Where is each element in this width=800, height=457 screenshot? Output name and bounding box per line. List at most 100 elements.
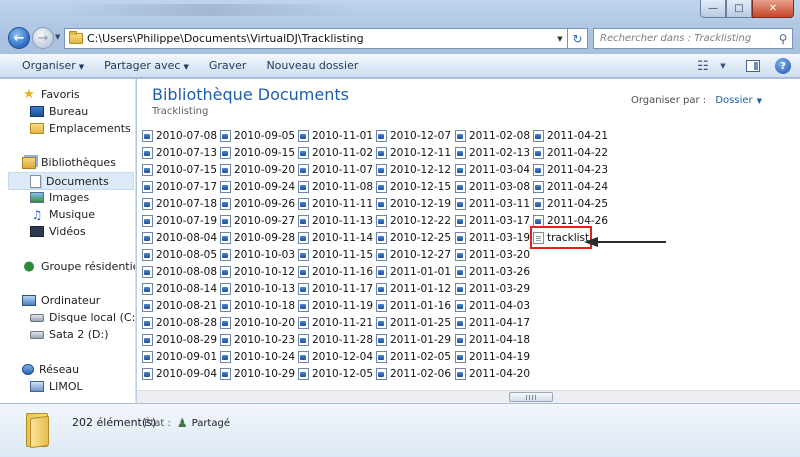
nav-item-documents[interactable]: Documents <box>8 172 134 190</box>
file-item[interactable]: 2010-09-26 <box>220 195 296 212</box>
minimize-button[interactable]: — <box>700 0 726 18</box>
file-item[interactable]: 2010-09-20 <box>220 161 296 178</box>
file-item[interactable]: 2010-12-22 <box>376 212 452 229</box>
file-item[interactable]: 2010-10-20 <box>220 314 296 331</box>
file-item[interactable]: 2011-02-05 <box>376 348 452 365</box>
file-item[interactable]: 2010-10-13 <box>220 280 296 297</box>
file-item[interactable]: 2011-01-29 <box>376 331 452 348</box>
file-item[interactable]: 2010-11-17 <box>298 280 374 297</box>
file-item[interactable]: 2011-02-06 <box>376 365 452 382</box>
address-bar[interactable]: C:\Users\Philippe\Documents\VirtualDJ\Tr… <box>64 28 568 49</box>
share-with-menu[interactable]: Partager avec ▼ <box>94 59 199 72</box>
file-item[interactable]: 2010-08-29 <box>142 331 218 348</box>
nav-item-favorites[interactable]: ★ Favoris <box>22 87 79 102</box>
file-item[interactable]: 2011-01-25 <box>376 314 452 331</box>
help-button[interactable]: ? <box>774 57 792 75</box>
file-item[interactable]: 2011-03-20 <box>455 246 531 263</box>
address-dropdown-icon[interactable]: ▼ <box>553 35 567 43</box>
file-item[interactable]: 2010-08-05 <box>142 246 218 263</box>
file-item[interactable]: 2010-09-28 <box>220 229 296 246</box>
nav-item-homegroup[interactable]: ● Groupe résidentiel <box>22 259 135 274</box>
recent-pages-dropdown-icon[interactable]: ▼ <box>55 33 60 41</box>
file-item[interactable]: 2010-10-03 <box>220 246 296 263</box>
file-item[interactable]: 2011-04-19 <box>455 348 531 365</box>
file-item[interactable]: 2010-11-16 <box>298 263 374 280</box>
file-item[interactable]: 2010-12-11 <box>376 144 452 161</box>
file-item[interactable]: 2010-11-01 <box>298 127 374 144</box>
file-item[interactable]: 2010-09-15 <box>220 144 296 161</box>
file-item[interactable]: 2011-03-26 <box>455 263 531 280</box>
horizontal-scrollbar[interactable] <box>137 390 800 403</box>
file-item[interactable]: 2010-11-07 <box>298 161 374 178</box>
file-item-tracklist[interactable]: tracklist <box>530 226 592 249</box>
nav-item-computer[interactable]: Ordinateur <box>22 294 100 307</box>
file-item[interactable]: 2010-11-19 <box>298 297 374 314</box>
file-item[interactable]: 2010-07-08 <box>142 127 218 144</box>
file-item[interactable]: 2010-07-18 <box>142 195 218 212</box>
file-item[interactable]: 2011-04-26 <box>533 212 609 229</box>
search-icon[interactable]: ⚲ <box>774 32 792 46</box>
file-item[interactable]: 2011-04-25 <box>533 195 609 212</box>
file-item[interactable]: 2010-10-24 <box>220 348 296 365</box>
close-button[interactable]: ✕ <box>752 0 794 18</box>
views-dropdown-icon[interactable]: ▼ <box>714 57 732 75</box>
file-item[interactable]: 2010-12-25 <box>376 229 452 246</box>
file-item[interactable]: 2010-12-05 <box>298 365 374 382</box>
nav-item-sata-drive[interactable]: Sata 2 (D:) <box>30 328 109 341</box>
nav-item-videos[interactable]: Vidéos <box>30 225 86 238</box>
file-item[interactable]: 2010-11-21 <box>298 314 374 331</box>
file-item[interactable]: 2010-07-19 <box>142 212 218 229</box>
file-item[interactable]: 2010-09-04 <box>142 365 218 382</box>
nav-item-local-disk[interactable]: Disque local (C:) <box>30 311 135 324</box>
file-item[interactable]: 2011-02-13 <box>455 144 531 161</box>
file-item[interactable]: 2011-02-08 <box>455 127 531 144</box>
file-item[interactable]: 2010-12-04 <box>298 348 374 365</box>
file-item[interactable]: 2010-11-08 <box>298 178 374 195</box>
file-item[interactable]: 2010-08-14 <box>142 280 218 297</box>
file-item[interactable]: 2010-11-11 <box>298 195 374 212</box>
back-button[interactable]: ← <box>8 27 30 49</box>
file-item[interactable]: 2010-12-27 <box>376 246 452 263</box>
file-item[interactable]: 2010-09-05 <box>220 127 296 144</box>
file-item[interactable]: 2011-04-23 <box>533 161 609 178</box>
file-item[interactable]: 2011-04-21 <box>533 127 609 144</box>
file-item[interactable]: 2010-09-24 <box>220 178 296 195</box>
file-item[interactable]: 2011-01-01 <box>376 263 452 280</box>
file-item[interactable]: 2010-08-21 <box>142 297 218 314</box>
file-item[interactable]: 2011-04-17 <box>455 314 531 331</box>
file-item[interactable]: 2010-08-28 <box>142 314 218 331</box>
file-item[interactable]: 2011-04-18 <box>455 331 531 348</box>
file-item[interactable]: 2011-03-08 <box>455 178 531 195</box>
scrollbar-thumb[interactable] <box>509 392 553 402</box>
nav-item-music[interactable]: ♫ Musique <box>30 208 95 222</box>
nav-item-desktop[interactable]: Bureau <box>30 105 88 118</box>
file-item[interactable]: 2011-04-24 <box>533 178 609 195</box>
search-input[interactable] <box>594 29 774 48</box>
file-item[interactable]: 2011-03-04 <box>455 161 531 178</box>
file-item[interactable]: 2011-04-20 <box>455 365 531 382</box>
file-item[interactable]: 2010-11-15 <box>298 246 374 263</box>
file-item[interactable]: 2010-11-02 <box>298 144 374 161</box>
search-box[interactable]: ⚲ <box>593 28 793 49</box>
file-item[interactable]: 2010-11-28 <box>298 331 374 348</box>
file-item[interactable]: 2010-09-27 <box>220 212 296 229</box>
refresh-button[interactable]: ↻ <box>568 28 588 49</box>
file-item[interactable]: 2011-04-03 <box>455 297 531 314</box>
file-item[interactable]: 2010-10-29 <box>220 365 296 382</box>
file-item[interactable]: 2010-08-04 <box>142 229 218 246</box>
file-item[interactable]: 2011-03-19 <box>455 229 531 246</box>
views-icon[interactable]: ☷ <box>694 57 712 75</box>
maximize-button[interactable]: □ <box>726 0 752 18</box>
file-item[interactable]: 2010-09-01 <box>142 348 218 365</box>
nav-item-limol[interactable]: LIMOL <box>30 380 83 393</box>
file-item[interactable]: 2011-03-29 <box>455 280 531 297</box>
file-item[interactable]: 2010-10-23 <box>220 331 296 348</box>
file-item[interactable]: 2010-12-15 <box>376 178 452 195</box>
organize-menu[interactable]: Organiser ▼ <box>0 59 94 72</box>
file-item[interactable]: 2010-07-15 <box>142 161 218 178</box>
nav-item-recent-places[interactable]: Emplacements récents <box>30 122 135 135</box>
address-path[interactable]: C:\Users\Philippe\Documents\VirtualDJ\Tr… <box>87 32 553 45</box>
file-item[interactable]: 2011-04-22 <box>533 144 609 161</box>
arrange-by-dropdown[interactable]: Dossier ▼ <box>715 95 762 106</box>
nav-item-images[interactable]: Images <box>30 191 89 204</box>
